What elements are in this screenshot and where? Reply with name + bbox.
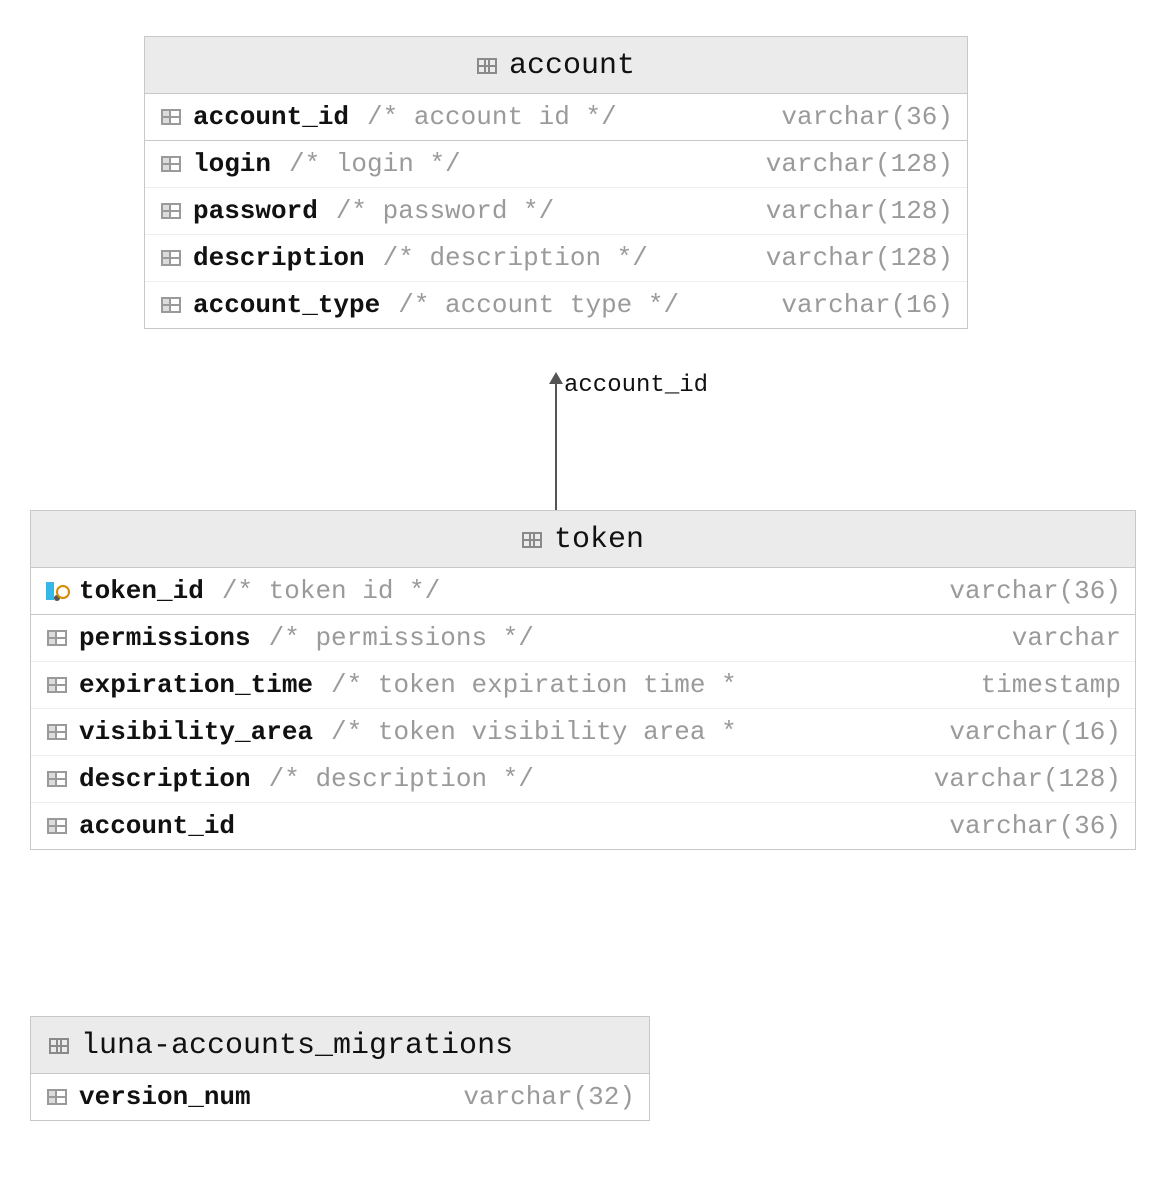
column-name: description bbox=[71, 764, 251, 794]
table-title: account bbox=[509, 49, 635, 83]
column-type: varchar(128) bbox=[756, 149, 953, 179]
column-row: account_id /* account id */ varchar(36) bbox=[145, 94, 967, 140]
column-name: expiration_time bbox=[71, 670, 313, 700]
column-comment: /* account type */ bbox=[380, 290, 679, 320]
table-token: token token_id /* token id */ varchar(36… bbox=[30, 510, 1136, 850]
column-icon bbox=[43, 818, 71, 834]
column-icon bbox=[157, 297, 185, 313]
column-type: timestamp bbox=[971, 670, 1121, 700]
column-row: account_type /* account type */ varchar(… bbox=[145, 281, 967, 328]
column-row: expiration_time /* token expiration time… bbox=[31, 661, 1135, 708]
column-comment: /* token expiration time * bbox=[313, 670, 737, 700]
foreign-key-icon bbox=[43, 582, 71, 600]
column-name: version_num bbox=[71, 1082, 251, 1112]
column-icon bbox=[43, 677, 71, 693]
column-icon bbox=[157, 250, 185, 266]
column-row: permissions /* permissions */ varchar bbox=[31, 614, 1135, 661]
column-type: varchar(36) bbox=[939, 811, 1121, 841]
column-icon bbox=[43, 771, 71, 787]
column-row: token_id /* token id */ varchar(36) bbox=[31, 568, 1135, 614]
table-migrations: luna-accounts_migrations version_num var… bbox=[30, 1016, 650, 1121]
column-type: varchar(36) bbox=[771, 102, 953, 132]
column-comment: /* login */ bbox=[271, 149, 461, 179]
column-type: varchar(16) bbox=[939, 717, 1121, 747]
column-type: varchar bbox=[1002, 623, 1121, 653]
column-type: varchar(16) bbox=[771, 290, 953, 320]
column-comment: /* permissions */ bbox=[251, 623, 534, 653]
column-name: visibility_area bbox=[71, 717, 313, 747]
column-icon bbox=[43, 630, 71, 646]
table-header-migrations: luna-accounts_migrations bbox=[31, 1017, 649, 1074]
column-row: login /* login */ varchar(128) bbox=[145, 140, 967, 187]
table-header-token: token bbox=[31, 511, 1135, 568]
column-row: visibility_area /* token visibility area… bbox=[31, 708, 1135, 755]
column-name: description bbox=[185, 243, 365, 273]
relation-label: account_id bbox=[564, 372, 708, 399]
column-comment: /* account id */ bbox=[349, 102, 617, 132]
column-icon bbox=[43, 724, 71, 740]
column-comment: /* token visibility area * bbox=[313, 717, 737, 747]
column-name: account_type bbox=[185, 290, 380, 320]
column-icon bbox=[43, 1089, 71, 1105]
column-comment: /* description */ bbox=[251, 764, 534, 794]
column-comment: /* description */ bbox=[365, 243, 648, 273]
column-comment: /* password */ bbox=[318, 196, 554, 226]
column-name: permissions bbox=[71, 623, 251, 653]
column-row: account_id varchar(36) bbox=[31, 802, 1135, 849]
column-type: varchar(128) bbox=[756, 196, 953, 226]
column-name: account_id bbox=[185, 102, 349, 132]
column-comment: /* token id */ bbox=[204, 576, 440, 606]
column-icon bbox=[157, 156, 185, 172]
table-icon bbox=[477, 58, 497, 74]
table-title: token bbox=[554, 523, 644, 557]
column-row: description /* description */ varchar(12… bbox=[31, 755, 1135, 802]
table-header-account: account bbox=[145, 37, 967, 94]
column-name: password bbox=[185, 196, 318, 226]
column-type: varchar(36) bbox=[939, 576, 1121, 606]
column-row: password /* password */ varchar(128) bbox=[145, 187, 967, 234]
column-icon bbox=[157, 109, 185, 125]
column-type: varchar(128) bbox=[756, 243, 953, 273]
column-type: varchar(32) bbox=[453, 1082, 635, 1112]
table-icon bbox=[49, 1038, 69, 1054]
table-title: luna-accounts_migrations bbox=[81, 1029, 513, 1063]
relation-line bbox=[555, 382, 557, 510]
column-name: login bbox=[185, 149, 271, 179]
column-row: description /* description */ varchar(12… bbox=[145, 234, 967, 281]
table-account: account account_id /* account id */ varc… bbox=[144, 36, 968, 329]
column-name: token_id bbox=[71, 576, 204, 606]
column-name: account_id bbox=[71, 811, 235, 841]
column-icon bbox=[157, 203, 185, 219]
column-row: version_num varchar(32) bbox=[31, 1074, 649, 1120]
table-icon bbox=[522, 532, 542, 548]
column-type: varchar(128) bbox=[924, 764, 1121, 794]
